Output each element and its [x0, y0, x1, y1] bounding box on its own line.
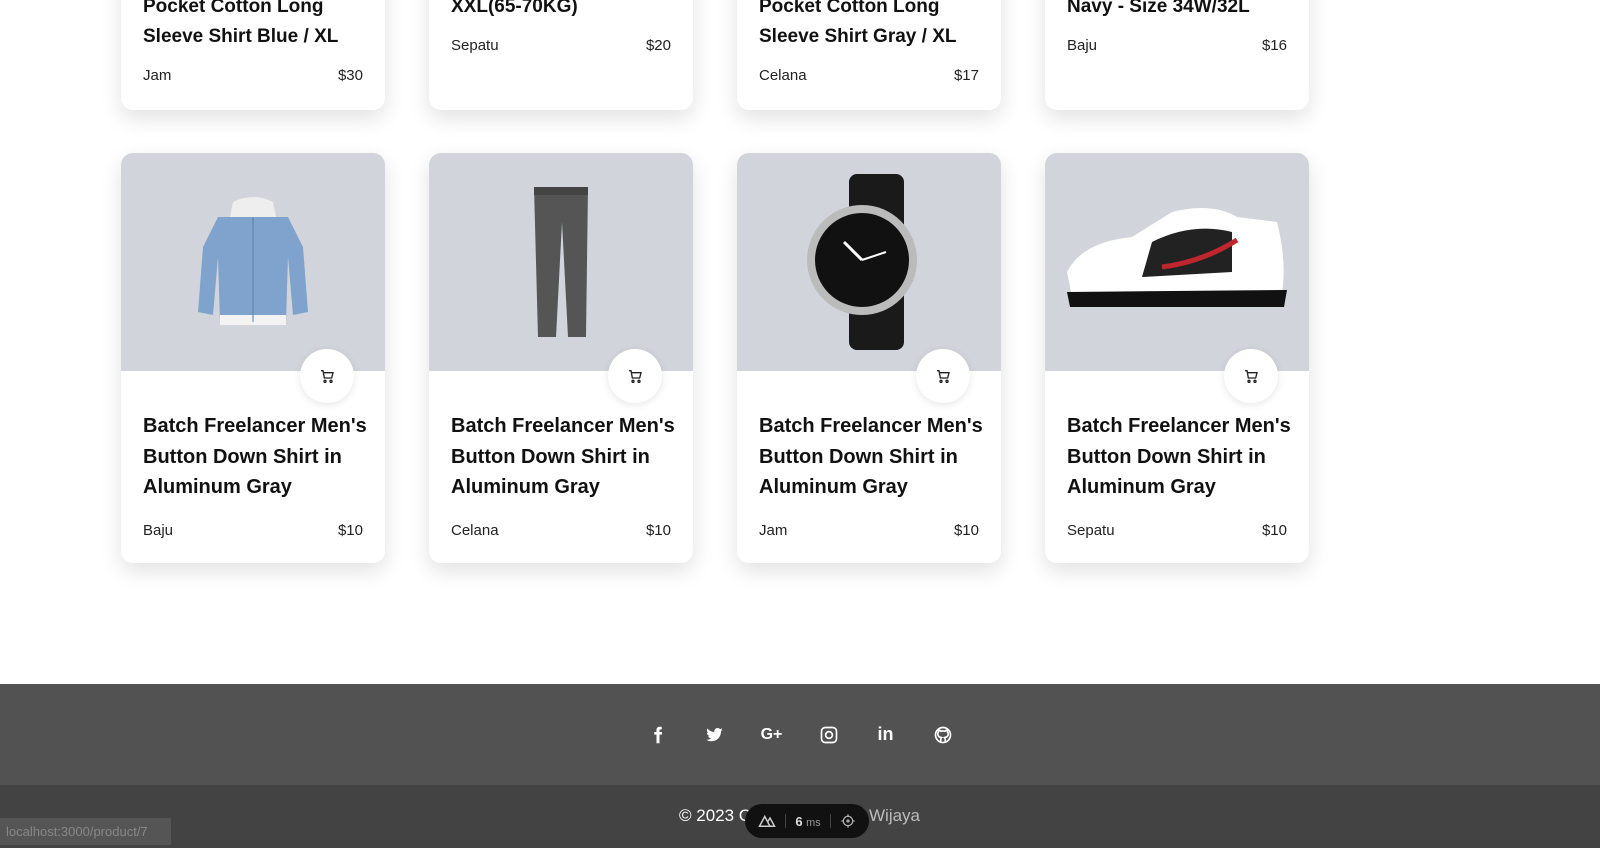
github-icon[interactable] [914, 726, 971, 744]
product-price: $30 [337, 67, 363, 84]
product-category: Jam [143, 67, 172, 84]
product-price: $10 [337, 522, 363, 539]
linkedin-icon[interactable]: in [857, 724, 914, 745]
product-price: $16 [1261, 37, 1287, 54]
product-card[interactable]: Batch Freelancer Men's Button Down Shirt… [429, 153, 693, 563]
product-image-sneaker[interactable] [1045, 153, 1309, 371]
product-card[interactable]: Pocket Cotton Long Sleeve Shirt Gray / XL… [737, 0, 1001, 110]
nuxt-icon [757, 814, 776, 827]
product-title: Pocket Cotton Long Sleeve Shirt Blue / XL [143, 0, 339, 47]
product-title: Batch Freelancer Men's Button Down Shirt… [451, 415, 675, 498]
cart-icon [321, 370, 334, 383]
copyright-text: © 2023 C [679, 806, 752, 825]
copyright-author: Wijaya [869, 806, 921, 825]
product-category: Jam [759, 522, 788, 539]
product-title: Batch Freelancer Men's Button Down Shirt… [1067, 415, 1291, 498]
facebook-icon[interactable] [629, 726, 686, 744]
product-price: $17 [953, 67, 979, 84]
product-image-watch[interactable] [737, 153, 1001, 371]
inspect-target-icon[interactable] [840, 813, 856, 829]
add-to-cart-button[interactable] [916, 349, 970, 403]
product-title: Navy - Size 34W/32L [1067, 0, 1250, 17]
add-to-cart-button[interactable] [300, 349, 354, 403]
cart-icon [1245, 370, 1258, 383]
product-category: Sepatu [1067, 522, 1115, 539]
product-title: Pocket Cotton Long Sleeve Shirt Gray / XL [759, 0, 957, 47]
add-to-cart-button[interactable] [1224, 349, 1278, 403]
product-card[interactable]: Batch Freelancer Men's Button Down Shirt… [1045, 153, 1309, 563]
product-title: XXL(65-70KG) [451, 0, 578, 17]
footer-bottom: © 2023 C Wijaya 6 ms [0, 785, 1600, 848]
product-price: $10 [645, 522, 671, 539]
status-bar-url: localhost:3000/product/7 [0, 818, 171, 845]
product-category: Celana [759, 67, 807, 84]
cart-icon [937, 370, 950, 383]
product-title: Batch Freelancer Men's Button Down Shirt… [143, 415, 367, 498]
add-to-cart-button[interactable] [608, 349, 662, 403]
product-title: Batch Freelancer Men's Button Down Shirt… [759, 415, 983, 498]
product-image-jeans[interactable] [429, 153, 693, 371]
render-time: 6 ms [795, 813, 821, 829]
product-card[interactable]: XXL(65-70KG) Sepatu $20 [429, 0, 693, 110]
social-links: G+ in [0, 684, 1600, 785]
product-price: $20 [645, 37, 671, 54]
product-category: Celana [451, 522, 499, 539]
product-category: Sepatu [451, 37, 499, 54]
instagram-icon[interactable] [800, 726, 857, 744]
product-card[interactable]: Navy - Size 34W/32L Baju $16 [1045, 0, 1309, 110]
product-card[interactable]: Pocket Cotton Long Sleeve Shirt Blue / XL… [121, 0, 385, 110]
product-image-denim-jacket[interactable] [121, 153, 385, 371]
google-plus-icon[interactable]: G+ [743, 726, 800, 744]
product-price: $10 [1261, 522, 1287, 539]
product-price: $10 [953, 522, 979, 539]
twitter-icon[interactable] [686, 726, 743, 744]
nuxt-devtools-badge[interactable]: 6 ms [745, 804, 869, 838]
cart-icon [629, 370, 642, 383]
product-category: Baju [143, 522, 174, 539]
product-card[interactable]: Batch Freelancer Men's Button Down Shirt… [121, 153, 385, 563]
product-card[interactable]: Batch Freelancer Men's Button Down Shirt… [737, 153, 1001, 563]
product-category: Baju [1067, 37, 1098, 54]
